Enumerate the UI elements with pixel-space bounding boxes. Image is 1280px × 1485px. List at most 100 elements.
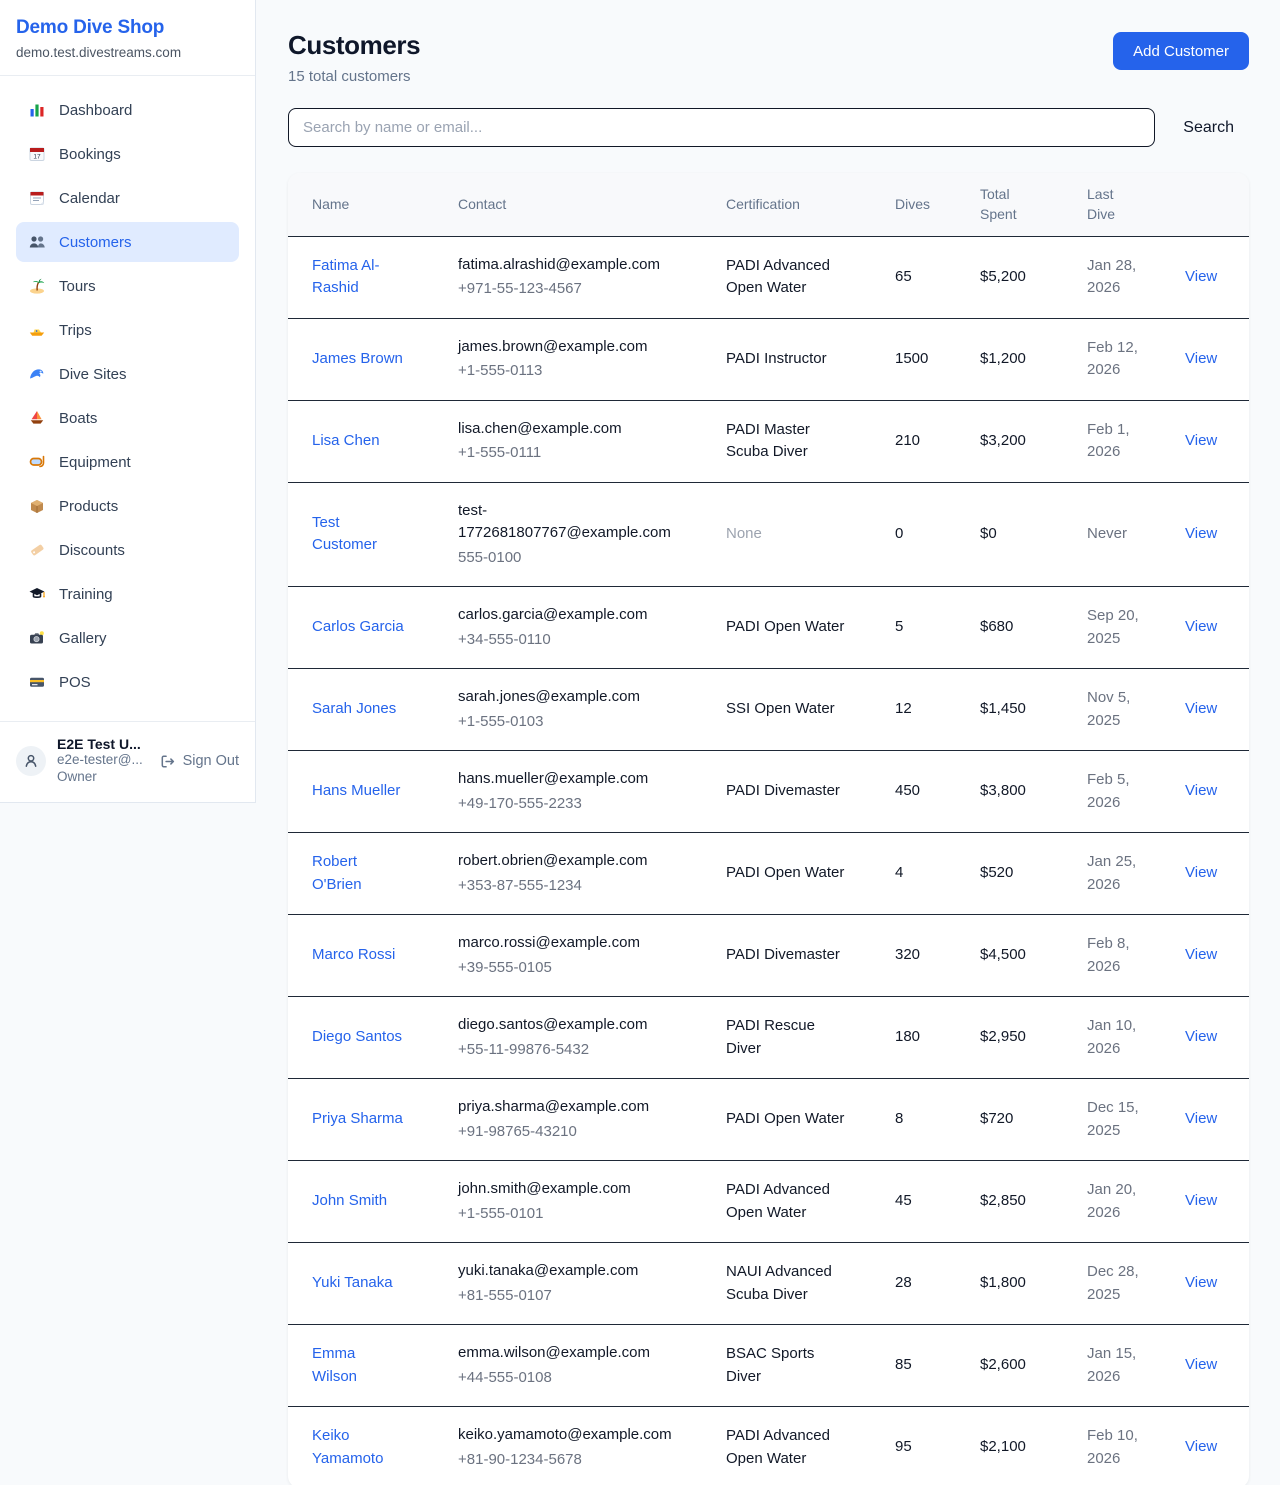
- sidebar-item-bookings[interactable]: 17 Bookings: [16, 134, 239, 174]
- customer-name-link[interactable]: Sarah Jones: [312, 698, 404, 721]
- customer-email: carlos.garcia@example.com: [458, 604, 693, 627]
- customer-name-link[interactable]: Hans Mueller: [312, 780, 404, 803]
- sign-out-button[interactable]: Sign Out: [159, 753, 239, 770]
- customer-last-dive: Nov 5, 2025: [1087, 687, 1147, 732]
- view-customer-link[interactable]: View: [1185, 1356, 1217, 1373]
- customers-table: Name Contact Certification Dives Total S…: [288, 173, 1249, 1485]
- customer-total-spent: $3,200: [980, 430, 1087, 453]
- sidebar-item-customers[interactable]: Customers: [16, 222, 239, 262]
- customer-total-spent: $680: [980, 616, 1087, 639]
- sidebar-item-gallery[interactable]: Gallery: [16, 618, 239, 658]
- customers-table-card: Name Contact Certification Dives Total S…: [288, 173, 1249, 1485]
- add-customer-button[interactable]: Add Customer: [1113, 32, 1249, 70]
- customer-dives: 0: [895, 523, 980, 546]
- view-customer-link[interactable]: View: [1185, 618, 1217, 635]
- customer-dives: 1500: [895, 348, 980, 371]
- sidebar-item-products[interactable]: Products: [16, 486, 239, 526]
- customer-email: james.brown@example.com: [458, 336, 693, 359]
- sign-out-label: Sign Out: [183, 753, 239, 769]
- customer-name-link[interactable]: Keiko Yamamoto: [312, 1425, 404, 1470]
- customer-dives: 12: [895, 698, 980, 721]
- customer-email: yuki.tanaka@example.com: [458, 1260, 693, 1283]
- trips-icon: [28, 321, 46, 339]
- view-customer-link[interactable]: View: [1185, 1192, 1217, 1209]
- table-row: Yuki Tanaka yuki.tanaka@example.com +81-…: [288, 1243, 1249, 1325]
- user-email: e2e-tester@...: [57, 752, 143, 769]
- customer-name-link[interactable]: Fatima Al-Rashid: [312, 255, 404, 300]
- sidebar-item-discounts[interactable]: Discounts: [16, 530, 239, 570]
- customer-name-link[interactable]: Emma Wilson: [312, 1343, 404, 1388]
- search-button[interactable]: Search: [1183, 119, 1234, 137]
- table-row: Sarah Jones sarah.jones@example.com +1-5…: [288, 669, 1249, 751]
- view-customer-link[interactable]: View: [1185, 946, 1217, 963]
- customer-dives: 320: [895, 944, 980, 967]
- column-header-dives: Dives: [895, 173, 980, 236]
- table-row: John Smith john.smith@example.com +1-555…: [288, 1161, 1249, 1243]
- customer-name-link[interactable]: Lisa Chen: [312, 430, 404, 453]
- table-row: Hans Mueller hans.mueller@example.com +4…: [288, 751, 1249, 833]
- customer-total-spent: $5,200: [980, 266, 1087, 289]
- equipment-icon: [28, 453, 46, 471]
- view-customer-link[interactable]: View: [1185, 1110, 1217, 1127]
- customer-certification: PADI Open Water: [726, 616, 850, 639]
- view-customer-link[interactable]: View: [1185, 782, 1217, 799]
- sidebar-item-training[interactable]: Training: [16, 574, 239, 614]
- sidebar-item-dashboard[interactable]: Dashboard: [16, 90, 239, 130]
- customer-name-link[interactable]: Carlos Garcia: [312, 616, 404, 639]
- customer-dives: 8: [895, 1108, 980, 1131]
- column-header-last-dive: Last Dive: [1087, 173, 1185, 236]
- user-role: Owner: [57, 769, 143, 786]
- customer-certification: PADI Advanced Open Water: [726, 255, 850, 300]
- customer-email: keiko.yamamoto@example.com: [458, 1424, 693, 1447]
- customer-certification: PADI Open Water: [726, 1108, 850, 1131]
- view-customer-link[interactable]: View: [1185, 1028, 1217, 1045]
- customer-name-link[interactable]: Yuki Tanaka: [312, 1272, 404, 1295]
- view-customer-link[interactable]: View: [1185, 525, 1217, 542]
- customer-name-link[interactable]: Marco Rossi: [312, 944, 404, 967]
- customers-icon: [28, 233, 46, 251]
- customer-last-dive: Dec 28, 2025: [1087, 1261, 1147, 1306]
- customer-total-spent: $2,850: [980, 1190, 1087, 1213]
- customer-dives: 95: [895, 1436, 980, 1459]
- view-customer-link[interactable]: View: [1185, 1438, 1217, 1455]
- column-header-name: Name: [288, 173, 458, 236]
- customer-name-link[interactable]: Priya Sharma: [312, 1108, 404, 1131]
- sign-out-icon: [159, 753, 176, 770]
- calendar-icon: [28, 189, 46, 207]
- table-row: James Brown james.brown@example.com +1-5…: [288, 318, 1249, 400]
- search-input[interactable]: [288, 108, 1155, 147]
- customer-email: john.smith@example.com: [458, 1178, 693, 1201]
- sidebar-item-pos[interactable]: POS: [16, 662, 239, 702]
- table-row: Keiko Yamamoto keiko.yamamoto@example.co…: [288, 1407, 1249, 1485]
- customer-phone: +49-170-555-2233: [458, 793, 693, 816]
- sidebar-item-trips[interactable]: Trips: [16, 310, 239, 350]
- view-customer-link[interactable]: View: [1185, 700, 1217, 717]
- view-customer-link[interactable]: View: [1185, 432, 1217, 449]
- customer-phone: +1-555-0103: [458, 711, 693, 734]
- customer-certification: None: [726, 523, 850, 546]
- customer-phone: +39-555-0105: [458, 957, 693, 980]
- customer-count: 15 total customers: [288, 68, 420, 85]
- sidebar-item-equipment[interactable]: Equipment: [16, 442, 239, 482]
- customer-name-link[interactable]: Robert O'Brien: [312, 851, 404, 896]
- sidebar-item-tours[interactable]: Tours: [16, 266, 239, 306]
- customer-phone: +1-555-0101: [458, 1203, 693, 1226]
- customer-phone: +1-555-0113: [458, 360, 693, 383]
- view-customer-link[interactable]: View: [1185, 864, 1217, 881]
- customer-email: robert.obrien@example.com: [458, 850, 693, 873]
- customer-last-dive: Feb 5, 2026: [1087, 769, 1147, 814]
- view-customer-link[interactable]: View: [1185, 1274, 1217, 1291]
- sidebar-item-calendar[interactable]: Calendar: [16, 178, 239, 218]
- main-content: Customers 15 total customers Add Custome…: [256, 0, 1280, 1485]
- customer-name-link[interactable]: James Brown: [312, 348, 404, 371]
- customer-name-link[interactable]: Test Customer: [312, 512, 404, 557]
- customer-name-link[interactable]: Diego Santos: [312, 1026, 404, 1049]
- sidebar: Demo Dive Shop demo.test.divestreams.com…: [0, 0, 256, 803]
- user-meta: E2E Test U... e2e-tester@... Owner: [57, 736, 143, 786]
- view-customer-link[interactable]: View: [1185, 350, 1217, 367]
- sidebar-item-boats[interactable]: Boats: [16, 398, 239, 438]
- sidebar-item-dive-sites[interactable]: Dive Sites: [16, 354, 239, 394]
- customer-name-link[interactable]: John Smith: [312, 1190, 404, 1213]
- view-customer-link[interactable]: View: [1185, 268, 1217, 285]
- customer-last-dive: Feb 1, 2026: [1087, 419, 1147, 464]
